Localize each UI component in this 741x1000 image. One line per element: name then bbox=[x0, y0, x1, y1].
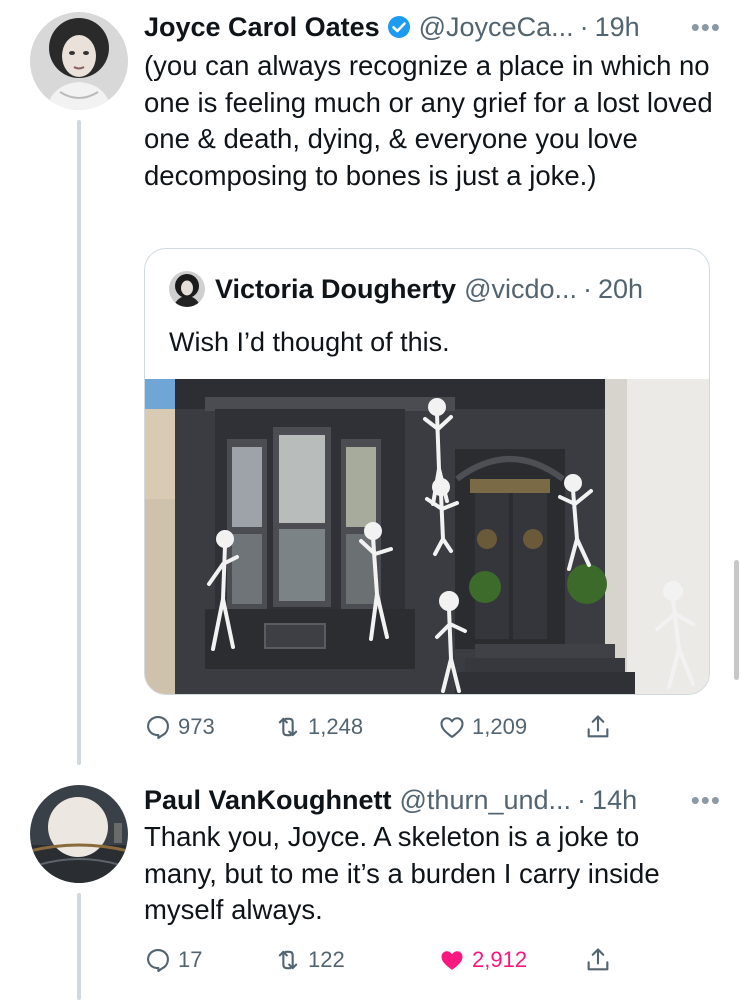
retweet-button[interactable]: 1,248 bbox=[274, 707, 363, 747]
thread-line bbox=[77, 120, 81, 765]
reply-icon bbox=[147, 716, 169, 740]
action-bar: 973 1,248 1,209 bbox=[144, 707, 624, 747]
quote-timestamp[interactable]: 20h bbox=[598, 274, 643, 305]
avatar-paul[interactable] bbox=[30, 785, 128, 883]
avatar-victoria bbox=[169, 271, 205, 307]
thread-line bbox=[77, 893, 81, 1000]
quote-author-name[interactable]: Victoria Dougherty bbox=[215, 274, 456, 305]
author-name[interactable]: Paul VanKoughnett bbox=[144, 785, 392, 816]
like-button[interactable]: 2,912 bbox=[438, 940, 527, 980]
author-handle[interactable]: @JoyceCa... bbox=[419, 12, 574, 43]
quote-author-handle[interactable]: @vicdo... bbox=[464, 274, 577, 305]
quoted-tweet[interactable]: Victoria Dougherty @vicdo... · 20h Wish … bbox=[144, 248, 710, 695]
quote-header: Victoria Dougherty @vicdo... · 20h bbox=[169, 271, 643, 307]
like-button[interactable]: 1,209 bbox=[438, 707, 527, 747]
reply-count: 973 bbox=[178, 714, 215, 739]
reply-button[interactable]: 973 bbox=[144, 707, 215, 747]
share-icon bbox=[587, 715, 609, 738]
scrollbar[interactable] bbox=[734, 560, 739, 680]
share-button[interactable] bbox=[584, 940, 618, 980]
retweet-icon bbox=[278, 717, 298, 737]
quote-text: Wish I’d thought of this. bbox=[169, 327, 450, 357]
like-icon bbox=[440, 717, 464, 738]
like-filled-icon bbox=[441, 951, 463, 970]
tweet-text: Thank you, Joyce. A skeleton is a joke t… bbox=[144, 821, 660, 925]
reply-count: 17 bbox=[178, 947, 203, 972]
retweet-count: 122 bbox=[308, 947, 345, 972]
retweet-count: 1,248 bbox=[308, 714, 364, 739]
tweet-paul[interactable]: Paul VanKoughnett @thurn_und... · 14h ••… bbox=[0, 775, 741, 1000]
more-icon[interactable]: ••• bbox=[691, 12, 721, 43]
tweet-header: Paul VanKoughnett @thurn_und... · 14h ••… bbox=[144, 780, 721, 820]
reply-icon bbox=[147, 949, 169, 973]
timestamp[interactable]: 19h bbox=[595, 12, 640, 43]
like-count: 2,912 bbox=[472, 947, 528, 972]
like-count: 1,209 bbox=[472, 714, 528, 739]
tweet-joyce[interactable]: Joyce Carol Oates @JoyceCa... · 19h ••• … bbox=[0, 0, 741, 765]
timestamp[interactable]: 14h bbox=[592, 785, 637, 816]
avatar-joyce[interactable] bbox=[30, 12, 128, 110]
reply-button[interactable]: 17 bbox=[144, 940, 202, 980]
share-button[interactable] bbox=[584, 707, 618, 747]
more-icon[interactable]: ••• bbox=[691, 785, 721, 816]
action-bar: 17 122 2,912 bbox=[144, 940, 624, 980]
separator-dot: · bbox=[579, 11, 589, 42]
verified-badge-icon bbox=[387, 15, 411, 39]
author-handle[interactable]: @thurn_und... bbox=[400, 785, 572, 816]
retweet-icon bbox=[278, 950, 298, 970]
retweet-button[interactable]: 122 bbox=[274, 940, 345, 980]
quote-image[interactable] bbox=[145, 379, 709, 694]
share-icon bbox=[587, 948, 609, 971]
separator-dot: · bbox=[577, 784, 587, 815]
author-name[interactable]: Joyce Carol Oates bbox=[144, 12, 380, 43]
tweet-header: Joyce Carol Oates @JoyceCa... · 19h ••• bbox=[144, 7, 721, 47]
tweet-text: (you can always recognize a place in whi… bbox=[144, 50, 713, 191]
separator-dot: · bbox=[583, 273, 593, 304]
